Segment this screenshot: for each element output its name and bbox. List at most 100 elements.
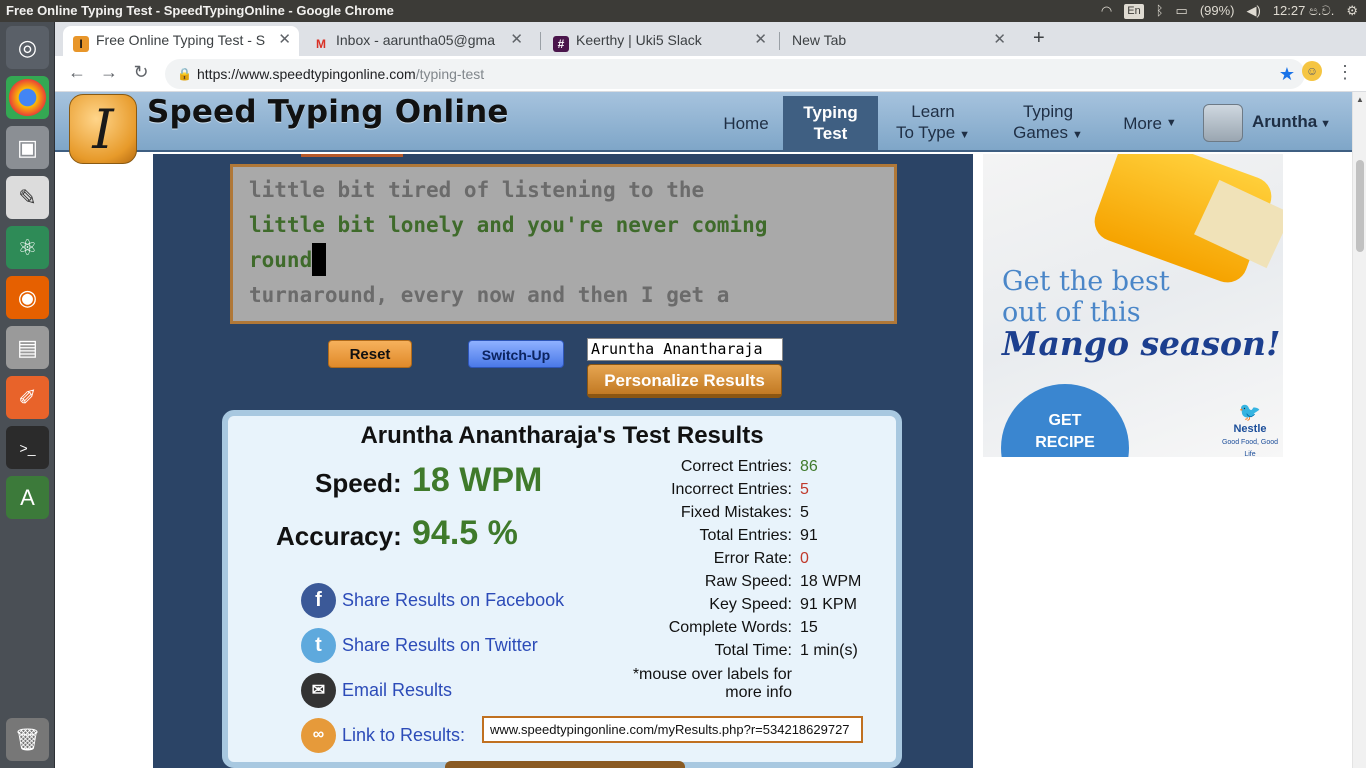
tab-new-tab[interactable]: New Tab ✕	[782, 26, 1014, 56]
dash-home-icon[interactable]: ◎	[6, 26, 49, 69]
get-recipe-button[interactable]: GET RECIPE	[1001, 384, 1129, 457]
terminal-icon[interactable]: >_	[6, 426, 49, 469]
postman-icon[interactable]: ✐	[6, 376, 49, 419]
firefox-icon[interactable]: ◉	[6, 276, 49, 319]
file-manager-icon[interactable]: ▤	[6, 326, 49, 369]
close-icon[interactable]: ✕	[510, 26, 523, 54]
profile-avatar-icon[interactable]: ☺	[1302, 61, 1322, 81]
advertisement-banner[interactable]: Get the best out of this Mango season! GE…	[983, 154, 1283, 457]
text-line: turnaround, every now and then I get a	[249, 283, 730, 307]
speed-value: 18 WPM	[412, 461, 543, 499]
tab-title: Free Online Typing Test - S	[96, 32, 266, 48]
tab-title: New Tab	[792, 32, 847, 48]
speed-label[interactable]: Speed:	[315, 468, 402, 499]
new-tab-plus-icon[interactable]: +	[1033, 26, 1045, 50]
text-line-current: round	[249, 243, 894, 278]
battery-icon[interactable]: ▭	[1176, 0, 1188, 22]
system-tray: ◠ En ᛒ ▭ (99%) ◀) 12:27 ප.ව. ⚙	[1101, 0, 1358, 22]
chrome-browser-icon[interactable]	[6, 76, 49, 119]
wifi-icon[interactable]: ◠	[1101, 0, 1112, 22]
user-avatar[interactable]	[1203, 104, 1243, 142]
scrollbar-thumb[interactable]	[1356, 160, 1364, 252]
user-menu[interactable]: Aruntha ▼	[1252, 112, 1331, 132]
reset-button[interactable]: Reset	[328, 340, 412, 368]
forward-arrow-icon[interactable]: →	[97, 62, 121, 83]
dropdown-caret-icon: ▼	[1071, 128, 1083, 141]
envelope-icon: ✉	[301, 672, 336, 708]
stat-label[interactable]: Correct Entries:	[542, 458, 792, 476]
bluetooth-icon[interactable]: ᛒ	[1156, 0, 1164, 22]
typing-caret	[312, 243, 327, 276]
stat-label[interactable]: Fixed Mistakes:	[542, 504, 792, 522]
stat-label[interactable]: Incorrect Entries:	[542, 481, 792, 499]
chrome-menu-kebab-icon[interactable]: ⋮	[1333, 62, 1357, 83]
results-link-field[interactable]: www.speedtypingonline.com/myResults.php?…	[482, 716, 863, 743]
web-page: Speed Typing Online Home Typing Test Lear…	[55, 92, 1366, 768]
close-icon[interactable]: ✕	[993, 26, 1006, 54]
stat-label[interactable]: Total Time:	[542, 642, 792, 660]
twitter-icon: t	[301, 627, 336, 663]
accuracy-value: 94.5 %	[412, 514, 518, 552]
atom-editor-icon[interactable]: ⚛	[6, 226, 49, 269]
share-facebook-link[interactable]: f Share Results on Facebook	[301, 582, 564, 618]
stat-value: 5	[800, 504, 809, 521]
url-path: /typing-test	[415, 66, 485, 82]
email-results-link[interactable]: ✉ Email Results	[301, 672, 452, 708]
speedtyping-favicon-icon: I	[73, 36, 89, 52]
stat-label[interactable]: Error Rate:	[542, 550, 792, 568]
browser-toolbar: ← → ↻ 🔒 https://www.speedtypingonline.co…	[55, 56, 1366, 92]
stat-label[interactable]: Key Speed:	[542, 596, 792, 614]
tab-slack[interactable]: # Keerthy | Uki5 Slack ✕	[543, 26, 775, 56]
stat-label[interactable]: Total Entries:	[542, 527, 792, 545]
system-top-bar: Free Online Typing Test - SpeedTypingOnl…	[0, 0, 1366, 22]
timer-bar	[301, 154, 403, 157]
tab-typing-test[interactable]: I Free Online Typing Test - S ✕	[63, 26, 299, 56]
dropdown-caret-icon: ▼	[1320, 118, 1332, 130]
battery-percentage: (99%)	[1199, 3, 1235, 18]
nav-home[interactable]: Home	[705, 96, 787, 150]
close-icon[interactable]: ✕	[754, 26, 767, 54]
clock[interactable]: 12:27 ප.ව.	[1273, 0, 1335, 22]
camera-app-icon[interactable]: ▣	[6, 126, 49, 169]
nav-typing-games[interactable]: Typing Games ▼	[1001, 96, 1095, 150]
text-editor-icon[interactable]: ✎	[6, 176, 49, 219]
site-name[interactable]: Speed Typing Online	[147, 94, 509, 130]
lock-icon[interactable]: 🔒	[177, 59, 192, 89]
close-icon[interactable]: ✕	[278, 26, 291, 54]
results-panel: Aruntha Anantharaja's Test Results Speed…	[222, 410, 902, 768]
name-input[interactable]: Aruntha Anantharaja	[587, 338, 783, 361]
reload-icon[interactable]: ↻	[129, 62, 153, 83]
settings-gear-icon[interactable]: ⚙	[1346, 0, 1358, 22]
stat-label[interactable]: Complete Words:	[542, 619, 792, 637]
site-logo[interactable]: I	[69, 94, 137, 164]
volume-icon[interactable]: ◀)	[1247, 0, 1261, 22]
tab-gmail[interactable]: M Inbox - aaruntha05@gma ✕	[303, 26, 531, 56]
back-arrow-icon[interactable]: ←	[65, 62, 89, 83]
scroll-up-arrow-icon[interactable]: ▲	[1356, 95, 1364, 104]
share-twitter-link[interactable]: t Share Results on Twitter	[301, 627, 538, 663]
bookmark-star-icon[interactable]: ★	[1279, 59, 1295, 89]
ad-headline: Get the best out of this	[1002, 266, 1170, 328]
stat-value: 0	[800, 550, 809, 567]
stat-value: 5	[800, 481, 809, 498]
ad-subheadline: Mango season!	[1002, 324, 1281, 363]
switch-up-button[interactable]: Switch-Up	[468, 340, 564, 368]
bottom-button-partial[interactable]	[445, 761, 685, 768]
typing-text-area[interactable]: little bit tired of listening to the lit…	[230, 164, 897, 324]
accuracy-label[interactable]: Accuracy:	[276, 521, 402, 552]
stat-label[interactable]: Raw Speed:	[542, 573, 792, 591]
mouse-over-note: *mouse over labels for more info	[632, 666, 792, 701]
tab-separator	[540, 32, 541, 50]
dropdown-caret-icon: ▼	[1165, 116, 1177, 129]
nest-logo-icon: 🐦	[1238, 402, 1262, 422]
nav-more[interactable]: More ▼	[1115, 96, 1185, 150]
nav-learn-to-type[interactable]: Learn To Type ▼	[887, 96, 979, 150]
page-scrollbar[interactable]: ▲	[1352, 92, 1366, 768]
tab-title: Inbox - aaruntha05@gma	[336, 32, 495, 48]
trash-icon[interactable]: 🗑	[6, 718, 49, 761]
address-bar[interactable]: 🔒 https://www.speedtypingonline.com/typi…	[165, 59, 1305, 89]
nav-typing-test[interactable]: Typing Test	[783, 96, 878, 150]
keyboard-language-indicator[interactable]: En	[1124, 3, 1144, 19]
personalize-results-button[interactable]: Personalize Results	[587, 364, 782, 398]
software-updater-icon[interactable]: A	[6, 476, 49, 519]
